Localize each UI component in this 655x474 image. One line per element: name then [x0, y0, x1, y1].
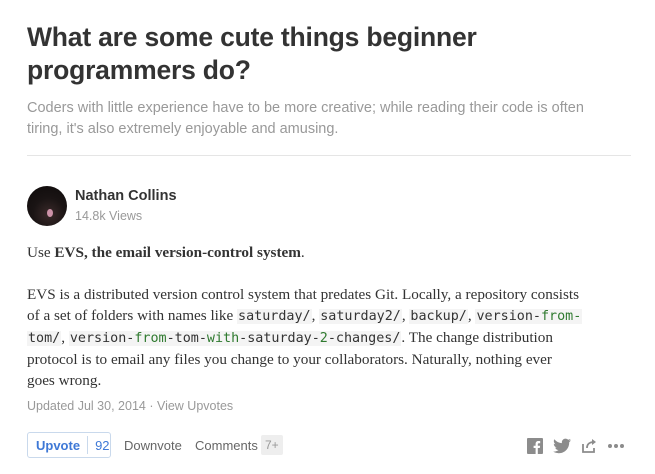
answer-text: . [300, 244, 305, 261]
updated-date[interactable]: Updated Jul 30, 2014 [27, 399, 146, 413]
downvote-button[interactable]: Downvote [124, 438, 182, 453]
code-snippet: saturday2/ [319, 309, 402, 324]
more-icon[interactable] [607, 437, 625, 455]
code-text: -tom- [166, 331, 207, 346]
answer-text: Use [27, 244, 55, 261]
question-details-line: Coders with little experience have to be… [27, 100, 584, 116]
answer-meta: Updated Jul 30, 2014 · View Upvotes [27, 399, 233, 413]
question-title-line: programmers do? [27, 55, 251, 85]
answer-text: , [61, 329, 69, 346]
answer-body: Use EVS, the email version-control syste… [27, 242, 631, 391]
meta-separator: · [145, 399, 157, 413]
code-snippet: saturday/ [237, 309, 312, 324]
author-name[interactable]: Nathan Collins [75, 188, 177, 204]
answer-paragraph: Use EVS, the email version-control syste… [27, 242, 631, 263]
answer-line: protocol is to email any files you chang… [27, 351, 552, 368]
action-bar: Upvote 92 Downvote Comments 7+ [27, 432, 631, 460]
code-number: 2 [319, 331, 328, 346]
code-keyword: from- [540, 309, 582, 324]
question-details-line: tiring, it's also extremely enjoyable an… [27, 121, 339, 137]
answer-text: . The change distribution [401, 329, 553, 346]
code-snippet: version-from- [475, 309, 583, 324]
answer-text: of a set of folders with names like [27, 307, 238, 324]
answer-line: goes wrong. [27, 372, 102, 389]
code-keyword: with [206, 331, 240, 346]
code-text: -saturday- [239, 331, 320, 346]
upvote-count: 92 [95, 437, 110, 453]
view-upvotes-link[interactable]: View Upvotes [157, 399, 233, 413]
question-title-line: What are some cute things beginner [27, 22, 477, 52]
share-icon[interactable] [580, 437, 598, 455]
code-text: -changes/ [327, 331, 401, 346]
code-keyword: from [134, 331, 167, 346]
twitter-icon[interactable] [553, 437, 571, 455]
facebook-icon[interactable] [526, 437, 544, 455]
avatar[interactable] [27, 186, 67, 226]
answer-bold-text: EVS, the email version-control system [54, 244, 301, 261]
avatar-detail [47, 209, 53, 217]
share-icons [517, 437, 625, 455]
author-views: 14.8k Views [75, 209, 143, 223]
answer-line: of a set of folders with names like satu… [27, 305, 631, 327]
author-header: Nathan Collins 14.8k Views [27, 186, 631, 226]
answer-page: What are some cute things beginner progr… [27, 0, 631, 458]
answer-line: tom/, version-from-tom-with-saturday-2-c… [27, 327, 631, 349]
comments-count-badge[interactable]: 7+ [261, 435, 283, 455]
upvote-label: Upvote [36, 437, 81, 453]
code-snippet: backup/ [409, 309, 468, 324]
code-snippet: version-from-tom-with-saturday-2-changes… [68, 331, 402, 346]
code-text: version- [69, 331, 135, 346]
question-title[interactable]: What are some cute things beginner progr… [27, 0, 631, 87]
upvote-button[interactable]: Upvote 92 [27, 432, 111, 458]
code-snippet: tom/ [27, 331, 62, 346]
comments-button[interactable]: Comments [195, 438, 258, 453]
divider [27, 155, 631, 156]
answer-paragraph: EVS is a distributed version control sys… [27, 284, 631, 391]
answer-line: EVS is a distributed version control sys… [27, 286, 579, 303]
question-details: Coders with little experience have to be… [27, 98, 631, 140]
code-text: version- [476, 309, 541, 324]
